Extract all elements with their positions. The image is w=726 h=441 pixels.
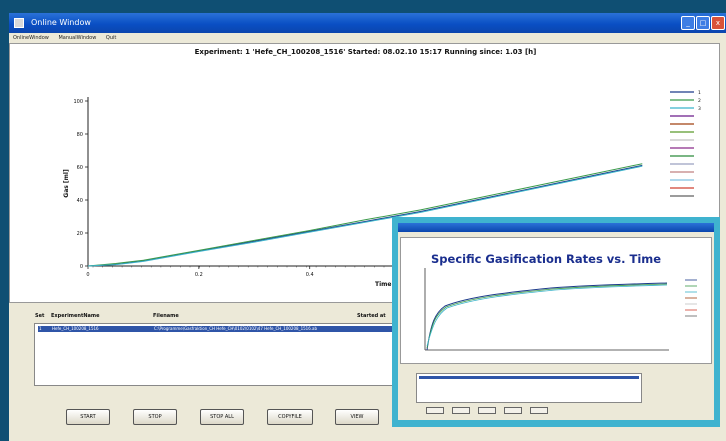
inset-button (452, 407, 470, 414)
start-button[interactable]: START (66, 409, 110, 425)
legend-label: 1 (698, 90, 701, 96)
inset-plot-panel: Specific Gasification Rates vs. Time (400, 237, 712, 364)
close-button[interactable]: x (711, 16, 725, 30)
column-header-experiment-name: ExperimentName (51, 313, 100, 319)
window-title: Online Window (31, 18, 91, 27)
y-tick-label: 40 (77, 198, 83, 204)
column-header-started-at: Started at (357, 313, 386, 319)
inset-button (426, 407, 444, 414)
inset-series-line (426, 282, 668, 351)
inset-table (416, 373, 642, 403)
legend-label: 3 (698, 106, 701, 112)
cell-set: 1 (39, 326, 42, 331)
minimize-button[interactable]: _ (681, 16, 695, 30)
menu-online-window[interactable]: OnlineWindow (13, 35, 49, 41)
menu-quit[interactable]: Quit (106, 35, 116, 41)
title-bar: Online Window _ □ x (9, 13, 726, 33)
table-row[interactable]: 1 Hefe_CH_100208_1516 C:\Programme\Gasfr… (38, 326, 426, 332)
y-tick-label: 100 (73, 99, 83, 105)
stop-button[interactable]: STOP (133, 409, 177, 425)
experiment-table: Set ExperimentName Filename Started at C… (34, 313, 429, 386)
legend-label: 2 (698, 98, 701, 104)
column-header-filename: Filename (153, 313, 179, 319)
x-tick-label: 0.4 (306, 272, 314, 278)
cell-filename: C:\Programme\Gasfraktion_CH Hefe_CH\0102… (154, 326, 318, 331)
x-tick-label: 0.2 (195, 272, 203, 278)
view-button[interactable]: VIEW (335, 409, 379, 425)
inset-series-line (426, 283, 668, 349)
inset-legend (685, 279, 697, 317)
y-tick-label: 20 (77, 231, 83, 237)
inset-title-bar (398, 223, 714, 232)
app-icon (14, 18, 24, 28)
inset-window: Specific Gasification Rates vs. Time (398, 223, 714, 420)
inset-table-row (419, 376, 639, 379)
stop-all-button[interactable]: STOP ALL (200, 409, 244, 425)
y-axis-label: Gas [ml] (63, 169, 70, 198)
inset-chart (424, 268, 697, 351)
inset-button (478, 407, 496, 414)
inset-button (504, 407, 522, 414)
x-tick-label: 0 (86, 272, 89, 278)
y-tick-label: 0 (80, 264, 83, 270)
y-tick-label: 60 (77, 165, 83, 171)
maximize-button[interactable]: □ (696, 16, 710, 30)
inset-series-line (426, 284, 668, 347)
y-tick-label: 80 (77, 132, 83, 138)
copyfile-button[interactable]: COPYFILE (267, 409, 313, 425)
inset-button (530, 407, 548, 414)
cell-experiment-name: Hefe_CH_100208_1516 (52, 326, 99, 331)
inset-highlight-frame: Specific Gasification Rates vs. Time (392, 217, 720, 427)
column-header-set: Set (35, 313, 45, 319)
menu-bar: OnlineWindow ManualWindow Quit (9, 33, 726, 43)
menu-manual-window[interactable]: ManualWindow (58, 35, 96, 41)
